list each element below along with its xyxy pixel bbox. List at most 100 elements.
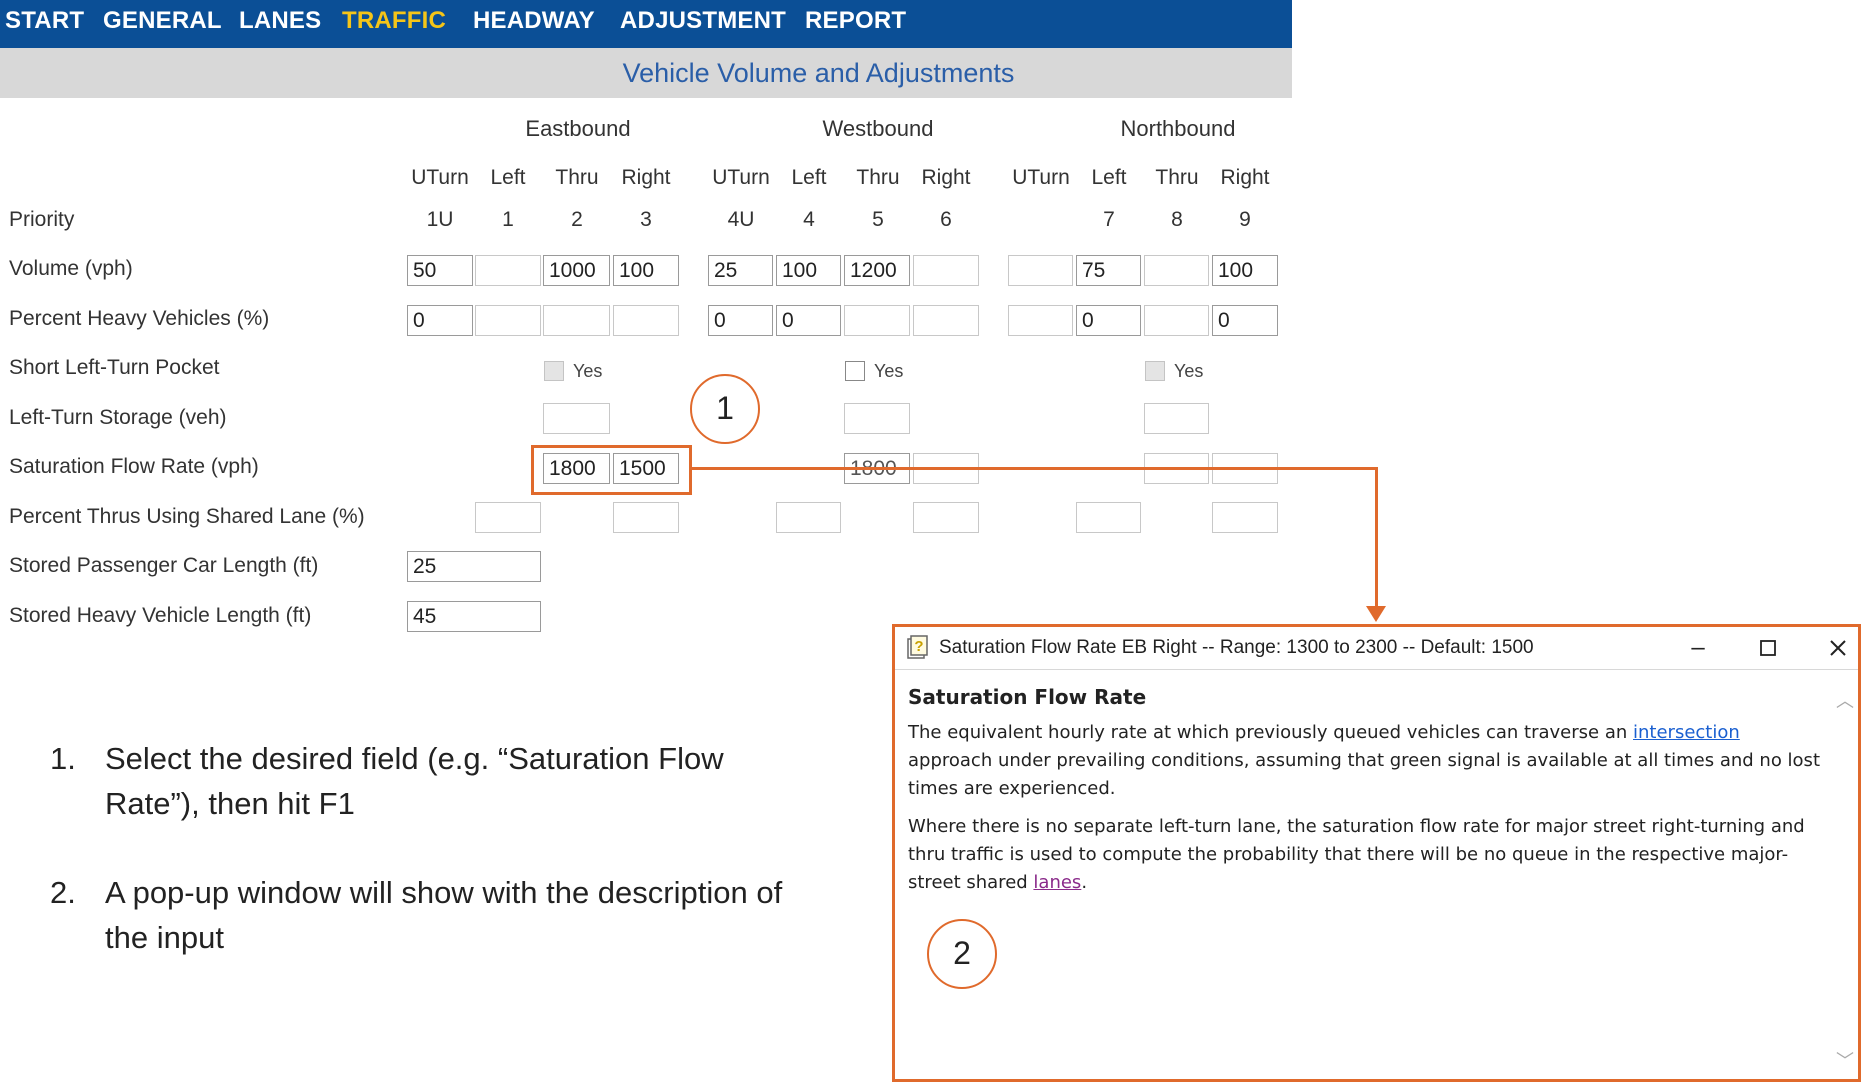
eb-storage-field[interactable]: [543, 403, 610, 434]
volume-field[interactable]: 50: [407, 255, 473, 286]
col-wb-uturn: UTurn: [712, 166, 770, 189]
svg-text:?: ?: [914, 638, 923, 655]
label-short-pocket: Short Left-Turn Pocket: [9, 356, 220, 379]
minimize-button[interactable]: –: [1683, 633, 1713, 663]
volume-field[interactable]: 1200: [844, 255, 910, 286]
shared-lane-field[interactable]: [913, 502, 979, 533]
volume-field[interactable]: 100: [1212, 255, 1278, 286]
popup-paragraph-2: Where there is no separate left-turn lan…: [908, 813, 1828, 897]
priority-value: 5: [872, 208, 884, 231]
help-popup-window: ? Saturation Flow Rate EB Right -- Range…: [892, 624, 1861, 1082]
group-northbound: Northbound: [1120, 116, 1236, 141]
tab-traffic[interactable]: TRAFFIC: [342, 7, 446, 35]
lanes-link[interactable]: lanes: [1033, 872, 1081, 893]
volume-field[interactable]: 100: [776, 255, 841, 286]
scroll-up-icon[interactable]: ︿: [1836, 687, 1854, 713]
group-westbound: Westbound: [822, 116, 934, 141]
highlight-box: [531, 445, 692, 495]
arrow-down-icon: [1366, 606, 1386, 622]
col-nb-right: Right: [1220, 166, 1270, 189]
volume-field[interactable]: 25: [708, 255, 773, 286]
label-hv-length: Stored Heavy Vehicle Length (ft): [9, 604, 312, 627]
shared-lane-field[interactable]: [613, 502, 679, 533]
callout-1: 1: [690, 374, 760, 444]
priority-value: 2: [571, 208, 583, 231]
volume-field[interactable]: 100: [613, 255, 679, 286]
heavy-vehicles-field[interactable]: 0: [708, 305, 773, 336]
col-wb-thru: Thru: [856, 166, 900, 189]
heavy-vehicles-field[interactable]: [1008, 305, 1073, 336]
heavy-vehicles-field[interactable]: 0: [1212, 305, 1278, 336]
priority-value: 8: [1171, 208, 1183, 231]
nb-storage-field[interactable]: [1144, 403, 1209, 434]
instruction-step: 2. A pop-up window will show with the de…: [50, 870, 790, 960]
volume-field[interactable]: [475, 255, 541, 286]
label-car-length: Stored Passenger Car Length (ft): [9, 554, 319, 577]
heavy-vehicles-field[interactable]: [543, 305, 610, 336]
step-number: 2.: [50, 875, 76, 910]
heavy-vehicles-field[interactable]: 0: [776, 305, 841, 336]
intersection-link[interactable]: intersection: [1633, 722, 1740, 743]
popup-titlebar: ? Saturation Flow Rate EB Right -- Range…: [895, 627, 1858, 670]
nb-pocket-checkbox[interactable]: [1145, 361, 1165, 381]
nb-pocket-yes-label: Yes: [1174, 361, 1204, 381]
col-eb-left: Left: [490, 166, 526, 189]
col-eb-thru: Thru: [555, 166, 599, 189]
label-left-turn-storage: Left-Turn Storage (veh): [9, 406, 227, 429]
volume-field[interactable]: [1008, 255, 1073, 286]
volume-field[interactable]: [1144, 255, 1209, 286]
car-length-field[interactable]: 25: [407, 551, 541, 582]
col-eb-uturn: UTurn: [411, 166, 469, 189]
callout-connector: [1375, 467, 1378, 607]
step-text: A pop-up window will show with the descr…: [105, 875, 783, 955]
col-wb-left: Left: [791, 166, 827, 189]
volume-field[interactable]: [913, 255, 979, 286]
heavy-vehicles-field[interactable]: [844, 305, 910, 336]
shared-lane-field[interactable]: [475, 502, 541, 533]
text: .: [1081, 872, 1088, 893]
heavy-vehicles-field[interactable]: 0: [407, 305, 473, 336]
step-number: 1.: [50, 741, 76, 776]
section-title: Vehicle Volume and Adjustments: [622, 58, 1015, 88]
eb-pocket-checkbox[interactable]: [544, 361, 564, 381]
tab-lanes[interactable]: LANES: [239, 7, 321, 35]
close-button[interactable]: [1823, 633, 1853, 663]
heavy-vehicles-field[interactable]: [613, 305, 679, 336]
tab-start[interactable]: START: [5, 7, 84, 35]
group-eastbound: Eastbound: [525, 116, 631, 141]
scroll-down-icon[interactable]: ﹀: [1836, 1047, 1854, 1073]
tab-adjustment[interactable]: ADJUSTMENT: [620, 7, 786, 35]
volume-field[interactable]: 1000: [543, 255, 610, 286]
priority-value: 4: [803, 208, 815, 231]
priority-value: 3: [640, 208, 652, 231]
maximize-button[interactable]: [1753, 633, 1783, 663]
tab-report[interactable]: REPORT: [805, 7, 906, 35]
callout-connector: [692, 467, 1378, 470]
volume-field[interactable]: 75: [1076, 255, 1141, 286]
priority-value: 7: [1103, 208, 1115, 231]
popup-title: Saturation Flow Rate EB Right -- Range: …: [939, 637, 1534, 658]
heavy-vehicles-field[interactable]: [475, 305, 541, 336]
heavy-vehicles-field[interactable]: [913, 305, 979, 336]
col-nb-left: Left: [1091, 166, 1127, 189]
col-nb-thru: Thru: [1155, 166, 1199, 189]
heavy-vehicles-field[interactable]: 0: [1076, 305, 1141, 336]
shared-lane-field[interactable]: [1212, 502, 1278, 533]
text: approach under prevailing conditions, as…: [908, 750, 1820, 799]
label-heavy-vehicles: Percent Heavy Vehicles (%): [9, 307, 270, 330]
shared-lane-field[interactable]: [1076, 502, 1141, 533]
hv-length-field[interactable]: 45: [407, 601, 541, 632]
wb-storage-field[interactable]: [844, 403, 910, 434]
priority-value: 1U: [426, 208, 454, 231]
callout-2: 2: [927, 919, 997, 989]
wb-pocket-checkbox[interactable]: [845, 361, 865, 381]
shared-lane-field[interactable]: [776, 502, 841, 533]
tab-headway[interactable]: HEADWAY: [473, 7, 595, 35]
popup-heading: Saturation Flow Rate: [908, 685, 1147, 709]
heavy-vehicles-field[interactable]: [1144, 305, 1209, 336]
col-wb-right: Right: [921, 166, 971, 189]
help-icon: ?: [907, 635, 929, 659]
eb-pocket-yes-label: Yes: [573, 361, 603, 381]
tab-general[interactable]: GENERAL: [103, 7, 222, 35]
label-shared-lane: Percent Thrus Using Shared Lane (%): [9, 505, 365, 528]
